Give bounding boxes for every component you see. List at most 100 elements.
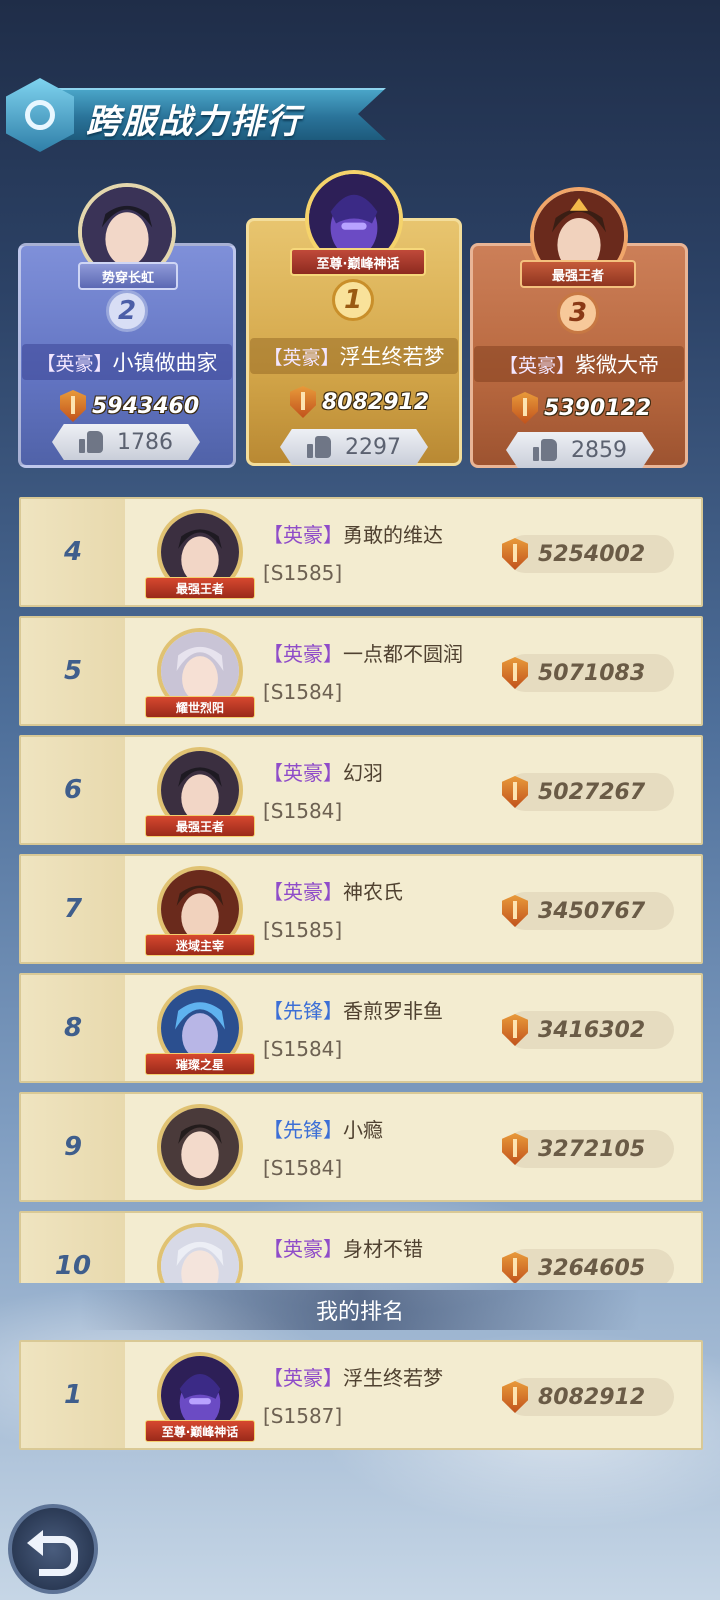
player-name-line: 【英豪】神农氏 xyxy=(263,876,403,905)
avatar-portrait-icon xyxy=(161,1108,239,1186)
shield-icon xyxy=(60,390,86,422)
player-name: 浮生终若梦 xyxy=(343,1366,443,1390)
guild-tag: 【先锋】 xyxy=(263,999,343,1023)
rank-number: 10 xyxy=(21,1213,125,1283)
like-button-rank-1[interactable]: 2297 xyxy=(280,429,428,465)
guild-tag: 【先锋】 xyxy=(263,1118,343,1142)
server-id: [S1587] xyxy=(263,1404,343,1428)
guild-tag: 【英豪】 xyxy=(263,880,343,904)
shield-icon xyxy=(502,895,528,927)
player-name-line: 【英豪】浮生终若梦 xyxy=(263,1362,443,1391)
thumb-up-icon xyxy=(533,439,557,461)
title-banner: 跨服战力排行 xyxy=(6,78,386,152)
thumb-up-icon xyxy=(307,436,331,458)
power-value: 5943460 xyxy=(92,393,200,419)
shield-icon xyxy=(502,657,528,689)
player-name: 幻羽 xyxy=(343,761,383,785)
rank-number: 7 xyxy=(21,856,125,962)
shield-icon xyxy=(502,538,528,570)
player-title-badge: 最强王者 xyxy=(145,577,255,599)
player-name: 香煎罗非鱼 xyxy=(343,999,443,1023)
guild-tag: 【英豪】 xyxy=(498,354,575,377)
ranking-row[interactable]: 7 迷域主宰 【英豪】神农氏 [S1585] 3450767 xyxy=(19,854,703,964)
like-count: 2859 xyxy=(571,437,627,463)
rank-number: 8 xyxy=(21,975,125,1081)
page-title: 跨服战力排行 xyxy=(86,102,302,142)
guild-tag: 【英豪】 xyxy=(263,761,343,785)
server-id: [S1584] xyxy=(263,680,343,704)
player-name-line: 【先锋】小瘾 xyxy=(263,1114,383,1143)
podium-power-rank-1: 8082912 xyxy=(290,385,429,419)
power-value: 8082912 xyxy=(322,389,430,415)
power-value: 8082912 xyxy=(538,1384,646,1410)
server-id: [S1584] xyxy=(263,1156,343,1180)
guild-tag: 【英豪】 xyxy=(263,642,343,666)
thumb-up-icon xyxy=(79,431,103,453)
podium-power-rank-2: 5943460 xyxy=(60,389,199,423)
podium-title-badge-rank-3: 最强王者 xyxy=(520,260,636,288)
ranking-row[interactable]: 4 最强王者 【英豪】勇敢的维达 [S1585] 5254002 xyxy=(19,497,703,607)
player-title-badge: 璀璨之星 xyxy=(145,1053,255,1075)
player-name-line: 【英豪】身材不错 xyxy=(263,1233,423,1262)
player-name: 小瘾 xyxy=(343,1118,383,1142)
like-button-rank-2[interactable]: 1786 xyxy=(52,424,200,460)
shield-icon xyxy=(290,386,316,418)
power-value: 5254002 xyxy=(538,541,646,567)
ranking-list[interactable]: 4 最强王者 【英豪】勇敢的维达 [S1585] 5254002 5 耀世烈阳 … xyxy=(0,485,720,1283)
like-count: 1786 xyxy=(117,429,173,455)
power-pill: 3264605 xyxy=(502,1249,674,1283)
power-pill: 8082912 xyxy=(502,1378,674,1416)
guild-tag: 【英豪】 xyxy=(263,523,343,547)
player-name: 一点都不圆润 xyxy=(343,642,463,666)
ranking-row[interactable]: 5 耀世烈阳 【英豪】一点都不圆润 [S1584] 5071083 xyxy=(19,616,703,726)
player-title-badge: 耀世烈阳 xyxy=(145,696,255,718)
rank-medal-3: 3 xyxy=(557,292,599,334)
ranking-row[interactable]: 8 璀璨之星 【先锋】香煎罗非鱼 [S1584] 3416302 xyxy=(19,973,703,1083)
ranking-row[interactable]: 9 【先锋】小瘾 [S1584] 3272105 xyxy=(19,1092,703,1202)
player-name: 紫微大帝 xyxy=(575,353,659,377)
player-name: 身材不错 xyxy=(343,1237,423,1261)
rank-number: 1 xyxy=(21,1342,125,1448)
back-button[interactable] xyxy=(8,1504,98,1594)
podium-name-rank-1[interactable]: 【英豪】 浮生终若梦 xyxy=(250,338,458,374)
power-pill: 5254002 xyxy=(502,535,674,573)
server-id: [S1585] xyxy=(263,918,343,942)
guild-tag: 【英豪】 xyxy=(263,346,340,369)
power-value: 3272105 xyxy=(538,1136,646,1162)
power-value: 5390122 xyxy=(544,395,652,421)
power-pill: 3272105 xyxy=(502,1130,674,1168)
like-button-rank-3[interactable]: 2859 xyxy=(506,432,654,468)
power-value: 5027267 xyxy=(538,779,646,805)
player-name: 小镇做曲家 xyxy=(112,351,218,375)
shield-icon xyxy=(502,776,528,808)
avatar-portrait-icon xyxy=(161,1227,239,1283)
guild-tag: 【英豪】 xyxy=(36,352,113,375)
rank-number: 5 xyxy=(21,618,125,724)
podium-name-rank-2[interactable]: 【英豪】 小镇做曲家 xyxy=(22,344,232,380)
player-avatar[interactable] xyxy=(157,1223,243,1283)
server-id: [S1584] xyxy=(263,1037,343,1061)
shield-icon xyxy=(512,392,538,424)
my-ranking-row[interactable]: 1 至尊·巅峰神话 【英豪】浮生终若梦 [S1587] 8082912 xyxy=(19,1340,703,1450)
player-name: 勇敢的维达 xyxy=(343,523,443,547)
shield-icon xyxy=(502,1381,528,1413)
player-avatar[interactable] xyxy=(157,1104,243,1190)
rank-number: 6 xyxy=(21,737,125,843)
like-count: 2297 xyxy=(345,434,401,460)
back-arrow-icon xyxy=(27,1528,79,1576)
shield-icon xyxy=(502,1014,528,1046)
power-value: 3416302 xyxy=(538,1017,646,1043)
player-name-line: 【英豪】勇敢的维达 xyxy=(263,519,443,548)
power-value: 3264605 xyxy=(538,1255,646,1281)
podium-name-rank-3[interactable]: 【英豪】 紫微大帝 xyxy=(474,346,684,382)
player-title-badge: 最强王者 xyxy=(145,815,255,837)
ranking-row[interactable]: 10 【英豪】身材不错 3264605 xyxy=(19,1211,703,1283)
ranking-row[interactable]: 6 最强王者 【英豪】幻羽 [S1584] 5027267 xyxy=(19,735,703,845)
server-id: [S1584] xyxy=(263,799,343,823)
rank-medal-2: 2 xyxy=(106,290,148,332)
player-name-line: 【先锋】香煎罗非鱼 xyxy=(263,995,443,1024)
my-ranking-label: 我的排名 xyxy=(80,1290,640,1330)
power-pill: 3450767 xyxy=(502,892,674,930)
player-title-badge: 迷域主宰 xyxy=(145,934,255,956)
player-name: 神农氏 xyxy=(343,880,403,904)
